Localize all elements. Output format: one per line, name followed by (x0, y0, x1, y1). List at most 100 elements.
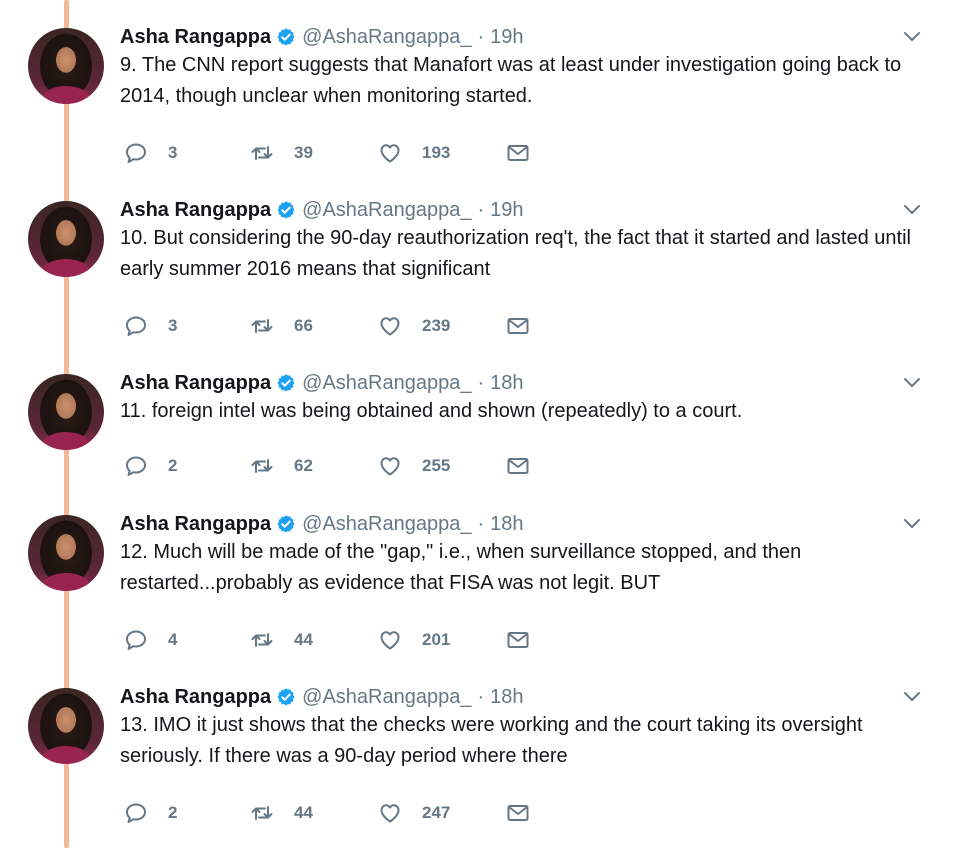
like-button[interactable]: 201 (378, 627, 450, 653)
like-button[interactable]: 255 (378, 453, 450, 479)
tweet-text: 9. The CNN report suggests that Manafort… (120, 54, 902, 107)
reply-icon (126, 803, 146, 823)
like-count: 239 (422, 316, 451, 335)
retweet-icon (251, 806, 273, 820)
separator-dot: · (477, 512, 485, 535)
like-count: 255 (422, 456, 451, 475)
verified-badge-icon (277, 201, 295, 219)
retweet-icon (251, 319, 273, 333)
chevron-down-icon[interactable] (902, 376, 922, 390)
chevron-down-icon[interactable] (902, 30, 922, 44)
like-button[interactable]: 193 (378, 140, 450, 166)
envelope-icon (507, 318, 529, 334)
heart-icon (380, 457, 400, 476)
avatar[interactable] (28, 28, 104, 104)
direct-message-button[interactable] (506, 800, 530, 826)
reply-count: 4 (168, 630, 178, 649)
retweet-button[interactable]: 62 (250, 453, 313, 479)
heart-icon (380, 317, 400, 336)
envelope-icon (507, 632, 529, 648)
author-handle[interactable]: @AshaRangappa_ (302, 26, 471, 49)
envelope-icon (507, 805, 529, 821)
direct-message-button[interactable] (506, 140, 530, 166)
heart-icon (380, 631, 400, 650)
author-name[interactable]: Asha Rangappa (120, 372, 271, 395)
reply-button[interactable]: 3 (124, 140, 177, 166)
tweet-header: Asha Rangappa @AshaRangappa_ · 19h (120, 22, 524, 52)
direct-message-button[interactable] (506, 627, 530, 653)
chevron-down-icon[interactable] (902, 203, 922, 217)
tweet-timestamp[interactable]: 18h (490, 372, 523, 395)
reply-count: 3 (168, 316, 178, 335)
retweet-button[interactable]: 66 (250, 313, 313, 339)
avatar[interactable] (28, 201, 104, 277)
separator-dot: · (477, 198, 485, 221)
separator-dot: · (477, 685, 485, 708)
retweet-button[interactable]: 44 (250, 627, 313, 653)
author-handle[interactable]: @AshaRangappa_ (302, 686, 471, 709)
tweet-text: 10. But considering the 90-day reauthori… (120, 227, 911, 280)
retweet-count: 44 (294, 630, 313, 649)
reply-button[interactable]: 3 (124, 313, 177, 339)
reply-icon (126, 143, 146, 163)
like-button[interactable]: 247 (378, 800, 450, 826)
verified-badge-icon (277, 688, 295, 706)
tweet-header: Asha Rangappa @AshaRangappa_ · 19h (120, 195, 524, 225)
like-button[interactable]: 239 (378, 313, 450, 339)
retweet-icon (251, 146, 273, 160)
avatar[interactable] (28, 688, 104, 764)
tweet-header: Asha Rangappa @AshaRangappa_ · 18h (120, 682, 524, 712)
reply-button[interactable]: 2 (124, 453, 177, 479)
heart-icon (380, 804, 400, 823)
reply-icon (126, 316, 146, 336)
verified-badge-icon (277, 28, 295, 46)
tweet-text: 13. IMO it just shows that the checks we… (120, 714, 863, 767)
retweet-button[interactable]: 39 (250, 140, 313, 166)
retweet-button[interactable]: 44 (250, 800, 313, 826)
tweet-text: 12. Much will be made of the "gap," i.e.… (120, 541, 802, 594)
reply-count: 3 (168, 143, 178, 162)
verified-badge-icon (277, 515, 295, 533)
tweet-timestamp[interactable]: 19h (490, 26, 523, 49)
like-count: 201 (422, 630, 451, 649)
author-handle[interactable]: @AshaRangappa_ (302, 513, 471, 536)
tweet-timestamp[interactable]: 18h (490, 513, 523, 536)
author-name[interactable]: Asha Rangappa (120, 686, 271, 709)
avatar[interactable] (28, 374, 104, 450)
envelope-icon (507, 145, 529, 161)
retweet-icon (251, 633, 273, 647)
retweet-count: 62 (294, 456, 313, 475)
chevron-down-icon[interactable] (902, 690, 922, 704)
like-count: 247 (422, 803, 451, 822)
reply-count: 2 (168, 456, 178, 475)
reply-icon (126, 456, 146, 476)
reply-count: 2 (168, 803, 178, 822)
retweet-count: 44 (294, 803, 313, 822)
author-name[interactable]: Asha Rangappa (120, 199, 271, 222)
reply-icon (126, 630, 146, 650)
tweet-timestamp[interactable]: 19h (490, 199, 523, 222)
retweet-icon (251, 459, 273, 473)
chevron-down-icon[interactable] (902, 517, 922, 531)
reply-button[interactable]: 2 (124, 800, 177, 826)
author-name[interactable]: Asha Rangappa (120, 513, 271, 536)
tweet-text: 11. foreign intel was being obtained and… (120, 400, 743, 422)
retweet-count: 66 (294, 316, 313, 335)
avatar[interactable] (28, 515, 104, 591)
author-name[interactable]: Asha Rangappa (120, 26, 271, 49)
tweet-header: Asha Rangappa @AshaRangappa_ · 18h (120, 509, 524, 539)
author-handle[interactable]: @AshaRangappa_ (302, 372, 471, 395)
separator-dot: · (477, 25, 485, 48)
direct-message-button[interactable] (506, 313, 530, 339)
direct-message-button[interactable] (506, 453, 530, 479)
author-handle[interactable]: @AshaRangappa_ (302, 199, 471, 222)
like-count: 193 (422, 143, 451, 162)
envelope-icon (507, 458, 529, 474)
tweet-header: Asha Rangappa @AshaRangappa_ · 18h (120, 368, 524, 398)
heart-icon (380, 144, 400, 163)
reply-button[interactable]: 4 (124, 627, 177, 653)
tweet-timestamp[interactable]: 18h (490, 686, 523, 709)
verified-badge-icon (277, 374, 295, 392)
retweet-count: 39 (294, 143, 313, 162)
separator-dot: · (477, 371, 485, 394)
